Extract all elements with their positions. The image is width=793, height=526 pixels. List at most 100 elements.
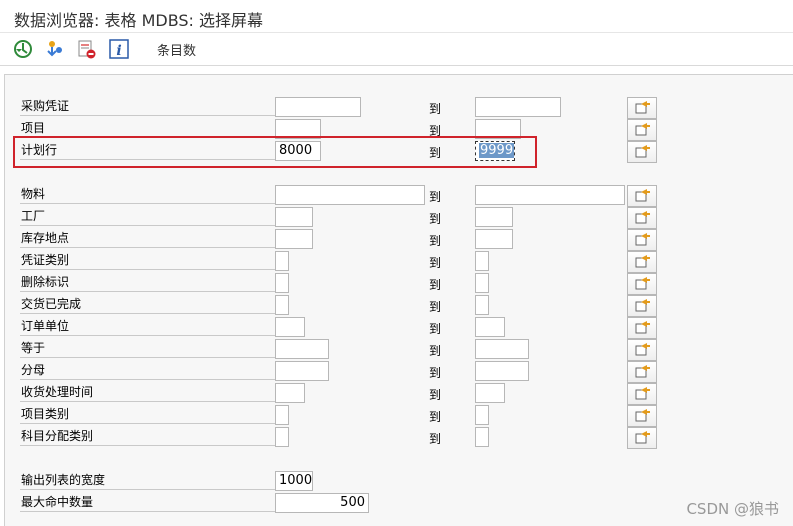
field-label: 项目类别 [20, 405, 278, 424]
high-value-input[interactable] [475, 339, 529, 359]
high-value-input[interactable] [475, 295, 489, 315]
high-value-input[interactable] [475, 97, 561, 117]
low-value-input[interactable] [275, 185, 425, 205]
field-label: 收货处理时间 [20, 383, 278, 402]
high-value-input[interactable] [475, 383, 505, 403]
multiple-selection-button[interactable] [627, 427, 657, 449]
multiple-selection-icon [635, 211, 650, 224]
multiple-selection-button[interactable] [627, 207, 657, 229]
high-value-input[interactable] [475, 185, 625, 205]
multiple-selection-button[interactable] [627, 273, 657, 295]
field-row-storage-location: 库存地点 到 [5, 229, 793, 251]
range-to-label: 到 [429, 278, 442, 292]
field-label: 分母 [20, 361, 278, 380]
multiple-selection-button[interactable] [627, 185, 657, 207]
field-row-plant: 工厂 到 [5, 207, 793, 229]
range-to-label: 到 [429, 322, 442, 336]
high-value-input[interactable] [475, 361, 529, 381]
multiple-selection-icon [635, 299, 650, 312]
high-value-input[interactable] [475, 251, 489, 271]
high-value-input[interactable] [475, 207, 513, 227]
range-to-label: 到 [429, 256, 442, 270]
multiple-selection-icon [635, 365, 650, 378]
multiple-selection-button[interactable] [627, 141, 657, 163]
toolbar: i 条目数 [0, 33, 793, 66]
field-row-delivery-completed: 交货已完成 到 [5, 295, 793, 317]
multiple-selection-button[interactable] [627, 229, 657, 251]
multiple-selection-icon [635, 409, 650, 422]
setting-label: 输出列表的宽度 [20, 471, 278, 490]
field-label: 凭证类别 [20, 251, 278, 270]
multiple-selection-button[interactable] [627, 295, 657, 317]
field-label: 等于 [20, 339, 278, 358]
multiple-selection-icon [635, 277, 650, 290]
range-to-label: 到 [429, 190, 442, 204]
multiple-selection-icon [635, 321, 650, 334]
high-value-input[interactable] [475, 317, 505, 337]
multiple-selection-button[interactable] [627, 317, 657, 339]
entries-count-button[interactable]: 条目数 [157, 40, 196, 59]
multiple-selection-button[interactable] [627, 119, 657, 141]
max-hits-input[interactable]: 500 [275, 493, 369, 513]
field-label: 交货已完成 [20, 295, 278, 314]
low-value-input[interactable] [275, 295, 289, 315]
field-row-deletion-indicator: 删除标识 到 [5, 273, 793, 295]
multiple-selection-icon [635, 343, 650, 356]
multiple-selection-button[interactable] [627, 97, 657, 119]
low-value-input[interactable] [275, 339, 329, 359]
selection-panel: 采购凭证 到 项目 到 计划行 8000 到 9999 物料 到 工厂 到 库存… [4, 74, 793, 526]
range-to-label: 到 [429, 300, 442, 314]
setting-label: 最大命中数量 [20, 493, 278, 512]
high-value-input[interactable] [475, 427, 489, 447]
range-to-label: 到 [429, 366, 442, 380]
info-icon[interactable]: i [108, 38, 130, 60]
field-label: 工厂 [20, 207, 278, 226]
multiple-selection-icon [635, 255, 650, 268]
field-row-account-assignment-category: 科目分配类别 到 [5, 427, 793, 449]
low-value-input[interactable] [275, 317, 305, 337]
multiple-selection-button[interactable] [627, 339, 657, 361]
output-width-input[interactable]: 1000 [275, 471, 313, 491]
execute-icon[interactable] [12, 38, 34, 60]
range-to-label: 到 [429, 102, 442, 116]
range-to-label: 到 [429, 234, 442, 248]
low-value-input[interactable] [275, 97, 361, 117]
multiple-selection-button[interactable] [627, 251, 657, 273]
high-value-input[interactable] [475, 229, 513, 249]
multiple-selection-icon [635, 189, 650, 202]
multiple-selection-button[interactable] [627, 405, 657, 427]
high-value-input[interactable] [475, 405, 489, 425]
field-row-purchasing-document: 采购凭证 到 [5, 97, 793, 119]
range-to-label: 到 [429, 388, 442, 402]
window-title: 数据浏览器: 表格 MDBS: 选择屏幕 [14, 11, 264, 30]
low-value-input[interactable] [275, 405, 289, 425]
field-row-denominator: 分母 到 [5, 361, 793, 383]
low-value-input[interactable] [275, 251, 289, 271]
high-value-input[interactable] [475, 273, 489, 293]
low-value-input[interactable] [275, 427, 289, 447]
multiple-selection-button[interactable] [627, 383, 657, 405]
field-row-numerator: 等于 到 [5, 339, 793, 361]
setting-row-output-width: 输出列表的宽度 1000 [5, 471, 793, 491]
range-to-label: 到 [429, 344, 442, 358]
range-to-label: 到 [429, 212, 442, 226]
low-value-input[interactable] [275, 361, 329, 381]
field-row-order-unit: 订单单位 到 [5, 317, 793, 339]
low-value-input[interactable] [275, 229, 313, 249]
highlight-box [13, 136, 537, 168]
multiple-selection-icon [635, 387, 650, 400]
multiple-selection-icon [635, 233, 650, 246]
multiple-selection-icon [635, 123, 650, 136]
setting-row-max-hits: 最大命中数量 500 [5, 493, 793, 513]
field-row-item-category: 项目类别 到 [5, 405, 793, 427]
low-value-input[interactable] [275, 207, 313, 227]
field-row-gr-processing-time: 收货处理时间 到 [5, 383, 793, 405]
field-label: 库存地点 [20, 229, 278, 248]
low-value-input[interactable] [275, 383, 305, 403]
low-value-input[interactable] [275, 273, 289, 293]
delete-variant-icon[interactable] [76, 38, 98, 60]
multiple-selection-button[interactable] [627, 361, 657, 383]
range-to-label: 到 [429, 410, 442, 424]
svg-text:i: i [116, 43, 121, 59]
save-variant-icon[interactable] [44, 38, 66, 60]
